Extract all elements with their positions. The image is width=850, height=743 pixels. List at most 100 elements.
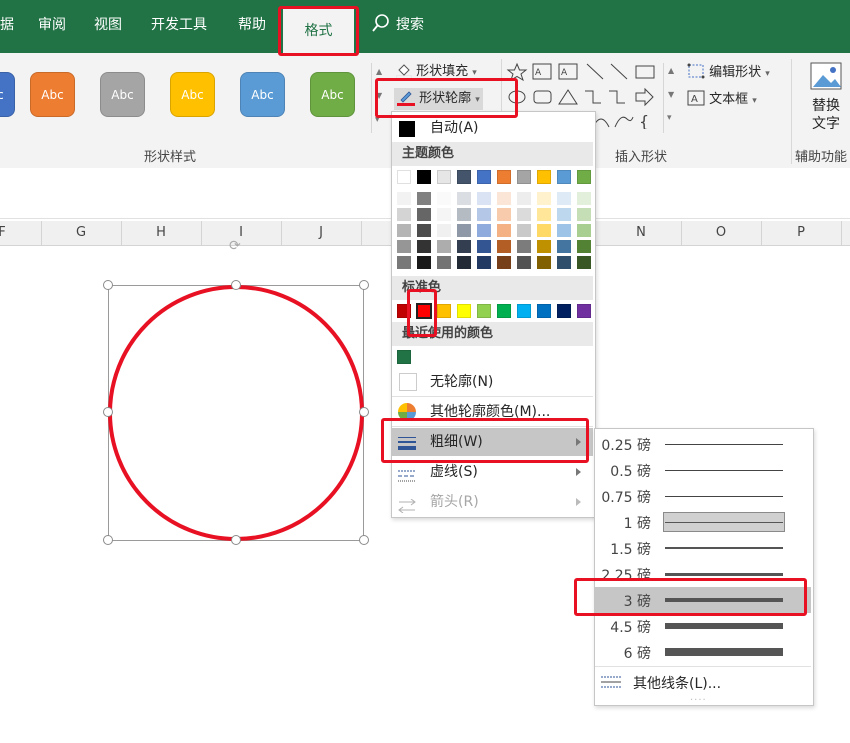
column-header[interactable]: P [791,225,811,240]
theme-shade-swatch[interactable] [517,208,531,221]
tab-developer[interactable]: 开发工具 [151,14,207,34]
column-header[interactable]: F [0,225,12,240]
theme-shade-swatch[interactable] [417,208,431,221]
standard-color-swatch[interactable] [437,304,451,318]
column-header[interactable]: O [711,225,731,240]
theme-shade-swatch[interactable] [417,224,431,237]
theme-shade-swatch[interactable] [457,240,471,253]
shape-style-swatch[interactable]: Abc [310,72,355,117]
theme-shade-swatch[interactable] [577,192,591,205]
menu-item-auto[interactable]: 自动(A) [392,114,593,142]
menu-item-more-lines[interactable]: 其他线条(L)... [595,669,811,695]
standard-color-swatch[interactable] [477,304,491,318]
theme-shade-swatch[interactable] [397,240,411,253]
theme-shade-swatch[interactable] [457,208,471,221]
column-header[interactable]: H [151,225,171,240]
shape-style-swatch[interactable]: Abc [0,72,15,117]
resize-handle-n[interactable] [231,280,241,290]
resize-handle-w[interactable] [103,407,113,417]
theme-shade-swatch[interactable] [557,192,571,205]
theme-shade-swatch[interactable] [537,192,551,205]
theme-shade-swatch[interactable] [537,208,551,221]
theme-shade-swatch[interactable] [497,208,511,221]
theme-shade-swatch[interactable] [417,256,431,269]
column-header[interactable]: N [631,225,651,240]
theme-shade-swatch[interactable] [477,240,491,253]
theme-shade-swatch[interactable] [437,256,451,269]
shapes-gallery-scroll[interactable]: ▲ ▼ ▾ [663,63,680,133]
theme-color-swatch[interactable] [517,170,531,184]
resize-handle-e[interactable] [359,407,369,417]
theme-shade-swatch[interactable] [557,208,571,221]
theme-color-swatch[interactable] [437,170,451,184]
resize-handle-se[interactable] [359,535,369,545]
scroll-down-icon[interactable]: ▼ [668,90,674,99]
shape-style-swatch[interactable]: Abc [100,72,145,117]
theme-shade-swatch[interactable] [397,192,411,205]
standard-color-swatch[interactable] [497,304,511,318]
scroll-up-icon[interactable]: ▲ [376,67,382,76]
theme-shade-swatch[interactable] [497,224,511,237]
text-box-button[interactable]: A 文本框 ▾ [687,88,757,107]
theme-shade-swatch[interactable] [477,224,491,237]
shape-style-swatch[interactable]: Abc [240,72,285,117]
theme-shade-swatch[interactable] [477,256,491,269]
theme-shade-swatch[interactable] [577,208,591,221]
theme-shade-swatch[interactable] [457,224,471,237]
tab-review[interactable]: 审阅 [38,14,66,34]
standard-color-swatch[interactable] [557,304,571,318]
theme-shade-swatch[interactable] [457,192,471,205]
theme-shade-swatch[interactable] [537,256,551,269]
theme-shade-swatch[interactable] [577,256,591,269]
theme-shade-swatch[interactable] [557,224,571,237]
theme-shade-swatch[interactable] [497,240,511,253]
theme-shade-swatch[interactable] [557,256,571,269]
resize-grip-icon[interactable]: ···· [690,695,707,706]
shape-style-swatch[interactable]: Abc [30,72,75,117]
recent-color-swatch[interactable] [397,350,411,364]
gallery-more-icon[interactable]: ▾ [667,113,672,123]
theme-shade-swatch[interactable] [497,256,511,269]
weight-option[interactable]: 4.5 磅 [595,613,811,639]
theme-color-swatch[interactable] [397,170,411,184]
theme-shade-swatch[interactable] [477,208,491,221]
weight-option[interactable]: 1 磅 [595,509,811,535]
theme-color-swatch[interactable] [457,170,471,184]
tab-data[interactable]: 据 [0,14,14,34]
shape-fill-button[interactable]: 形状填充 ▾ [395,60,477,79]
theme-shade-swatch[interactable] [577,240,591,253]
theme-color-swatch[interactable] [417,170,431,184]
shape-style-swatch[interactable]: Abc [170,72,215,117]
theme-shade-swatch[interactable] [577,224,591,237]
theme-shade-swatch[interactable] [457,256,471,269]
theme-shade-swatch[interactable] [537,240,551,253]
theme-shade-swatch[interactable] [437,240,451,253]
tab-view[interactable]: 视图 [94,14,122,34]
theme-shade-swatch[interactable] [437,224,451,237]
theme-shade-swatch[interactable] [517,240,531,253]
theme-shade-swatch[interactable] [537,224,551,237]
resize-handle-s[interactable] [231,535,241,545]
theme-shade-swatch[interactable] [517,256,531,269]
rotate-handle-icon[interactable]: ⟳ [229,238,241,254]
theme-shade-swatch[interactable] [397,224,411,237]
weight-option[interactable]: 0.25 磅 [595,431,811,457]
theme-shade-swatch[interactable] [557,240,571,253]
search-icon[interactable] [372,14,390,38]
vertical-textbox-icon[interactable]: A [558,63,578,80]
menu-item-no-outline[interactable]: 无轮廓(N) [392,368,593,396]
textbox-shape-icon[interactable]: A [532,63,552,80]
theme-color-swatch[interactable] [477,170,491,184]
scroll-up-icon[interactable]: ▲ [668,66,674,75]
weight-option[interactable]: 1.5 磅 [595,535,811,561]
theme-color-swatch[interactable] [537,170,551,184]
theme-shade-swatch[interactable] [437,192,451,205]
theme-color-swatch[interactable] [557,170,571,184]
resize-handle-ne[interactable] [359,280,369,290]
theme-shade-swatch[interactable] [417,192,431,205]
alt-text-button[interactable]: 替换文字 [806,61,846,133]
theme-shade-swatch[interactable] [517,224,531,237]
tab-help[interactable]: 帮助 [238,14,266,34]
theme-shade-swatch[interactable] [497,192,511,205]
theme-shade-swatch[interactable] [417,240,431,253]
